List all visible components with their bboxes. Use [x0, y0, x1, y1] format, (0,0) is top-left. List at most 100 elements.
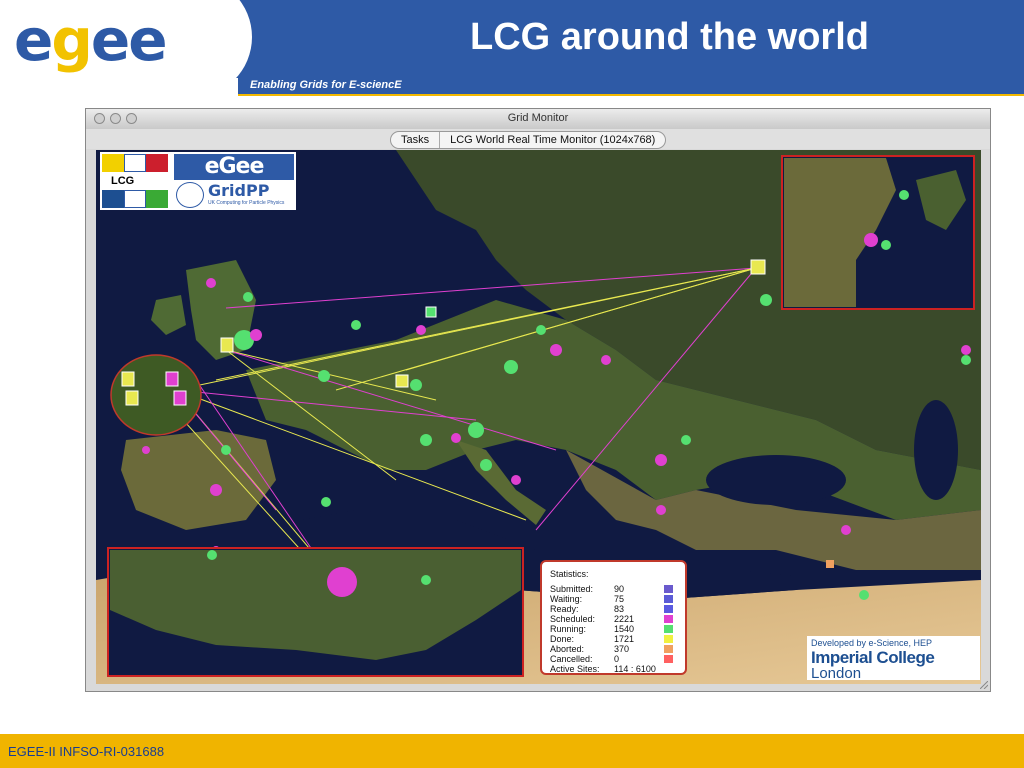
statistics-label: Scheduled: [550, 614, 596, 624]
statistics-label: Cancelled: [550, 654, 593, 664]
site-running-marker[interactable] [961, 355, 971, 365]
site-running-marker[interactable] [859, 590, 869, 600]
lcg-square [146, 154, 168, 172]
statistics-value: 1540 [614, 624, 635, 634]
site-running-marker[interactable] [425, 306, 437, 318]
slide-header: egee LCG around the world Enabling Grids… [0, 0, 1024, 98]
statistics-color-swatch [664, 635, 673, 643]
lcg-logo-text: LCG [109, 175, 137, 187]
statistics-row: Waiting: 75 [550, 594, 680, 604]
east-asia-inset[interactable] [781, 155, 975, 310]
site-done-marker[interactable] [220, 337, 234, 353]
statistics-value: 2221 [614, 614, 635, 624]
site-running-marker[interactable] [221, 445, 231, 455]
site-running-marker[interactable] [681, 435, 691, 445]
site-running-marker[interactable] [420, 434, 432, 446]
site-running-marker[interactable] [421, 575, 431, 585]
resize-grip-icon[interactable] [980, 681, 988, 689]
statistics-title: Statistics: [550, 569, 589, 579]
site-scheduled-marker[interactable] [173, 390, 187, 406]
site-running-marker[interactable] [351, 320, 361, 330]
statistics-value: 114 : 6100 [614, 664, 656, 674]
site-running-marker[interactable] [504, 360, 518, 374]
site-running-marker[interactable] [881, 240, 891, 250]
site-running-marker[interactable] [760, 294, 772, 306]
credit-city: London [811, 665, 862, 682]
slide-title: LCG around the world [470, 16, 869, 58]
site-scheduled-marker[interactable] [327, 567, 357, 597]
tab-tasks[interactable]: Tasks [391, 132, 441, 148]
statistics-color-swatch [664, 615, 673, 623]
site-scheduled-marker[interactable] [655, 454, 667, 466]
site-aborted-marker[interactable] [826, 560, 834, 568]
statistics-value: 0 [614, 654, 620, 664]
statistics-color-swatch [664, 605, 673, 613]
site-done-marker[interactable] [750, 259, 766, 275]
site-scheduled-marker[interactable] [961, 345, 971, 355]
site-running-marker[interactable] [899, 190, 909, 200]
site-running-marker[interactable] [536, 325, 546, 335]
lcg-square [124, 190, 146, 208]
statistics-label: Aborted: [550, 644, 585, 654]
site-scheduled-marker[interactable] [841, 525, 851, 535]
caspian-sea [914, 400, 958, 500]
statistics-value: 90 [614, 584, 625, 594]
gridpp-subtitle: UK Computing for Particle Physics [208, 200, 285, 206]
window-titlebar[interactable]: Grid Monitor [86, 109, 990, 130]
egee-logo: egee [14, 6, 168, 74]
site-scheduled-marker[interactable] [142, 446, 150, 454]
statistics-label: Running: [550, 624, 587, 634]
site-scheduled-marker[interactable] [550, 344, 562, 356]
site-running-marker[interactable] [480, 459, 492, 471]
site-scheduled-marker[interactable] [864, 233, 878, 247]
uk-sites-cluster[interactable] [110, 354, 202, 436]
site-done-marker[interactable] [125, 390, 139, 406]
footer-text: EGEE-II INFSO-RI-031688 [8, 744, 165, 759]
statistics-label: Submitted: [550, 584, 594, 594]
site-scheduled-marker[interactable] [165, 371, 179, 387]
gridpp-logo-text: GridPP [208, 181, 270, 200]
site-scheduled-marker[interactable] [656, 505, 666, 515]
site-done-marker[interactable] [395, 374, 409, 388]
gridpp-globe-icon [176, 182, 204, 208]
statistics-row: Active Sites: 114 : 6100 [550, 664, 680, 674]
site-running-marker[interactable] [207, 550, 217, 560]
tab-world-monitor[interactable]: LCG World Real Time Monitor (1024x768) [440, 132, 665, 148]
site-running-marker[interactable] [410, 379, 422, 391]
site-scheduled-marker[interactable] [250, 329, 262, 341]
statistics-color-swatch [664, 595, 673, 603]
statistics-value: 1721 [614, 634, 635, 644]
statistics-row: Running: 1540 [550, 624, 680, 634]
slide-footer: EGEE-II INFSO-RI-031688 [0, 734, 1024, 768]
site-running-marker[interactable] [321, 497, 331, 507]
site-scheduled-marker[interactable] [206, 278, 216, 288]
statistics-value: 370 [614, 644, 630, 654]
black-sea [706, 455, 846, 505]
slide-subtitle: Enabling Grids for E-sciencE [250, 79, 402, 91]
site-running-marker[interactable] [318, 370, 330, 382]
site-running-marker[interactable] [468, 422, 484, 438]
statistics-label: Done: [550, 634, 575, 644]
world-map-view[interactable]: LCG eGee GridPP UK Computing for Particl… [96, 150, 981, 684]
site-scheduled-marker[interactable] [511, 475, 521, 485]
statistics-row: Scheduled: 2221 [550, 614, 680, 624]
header-accent-line [238, 94, 1024, 96]
lcg-square [146, 190, 168, 208]
site-scheduled-marker[interactable] [601, 355, 611, 365]
statistics-row: Cancelled: 0 [550, 654, 680, 664]
egee-mini-logo: eGee [174, 154, 294, 180]
statistics-color-swatch [664, 625, 673, 633]
credit-developed-by: Developed by e-Science, HEP [811, 638, 933, 648]
lcg-square [102, 190, 124, 208]
site-scheduled-marker[interactable] [416, 325, 426, 335]
tab-segment-control[interactable]: Tasks LCG World Real Time Monitor (1024x… [390, 131, 667, 149]
statistics-label: Waiting: [550, 594, 583, 604]
site-scheduled-marker[interactable] [451, 433, 461, 443]
statistics-label: Ready: [550, 604, 579, 614]
grid-monitor-window: Grid Monitor Tasks LCG World Real Time M… [85, 108, 991, 692]
site-running-marker[interactable] [243, 292, 253, 302]
north-america-inset[interactable] [107, 547, 524, 677]
site-scheduled-marker[interactable] [210, 484, 222, 496]
site-done-marker[interactable] [121, 371, 135, 387]
window-title: Grid Monitor [507, 112, 569, 124]
